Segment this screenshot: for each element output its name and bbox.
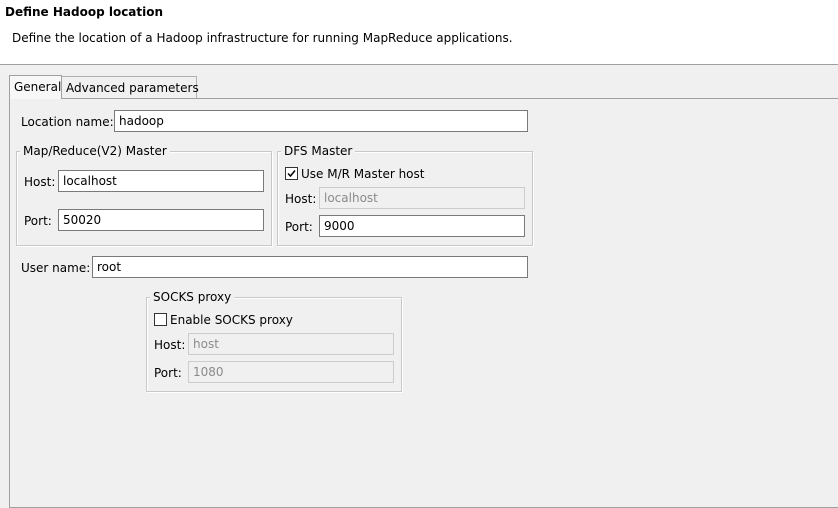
mr-master-host-label: Host: [24,175,56,189]
user-name-input[interactable]: root [92,256,528,278]
dfs-master-port-input[interactable]: 9000 [319,215,525,237]
dialog-description: Define the location of a Hadoop infrastr… [12,31,513,45]
location-name-label: Location name: [21,115,114,129]
dialog-title: Define Hadoop location [5,5,164,19]
use-mr-master-host-checkbox[interactable] [285,167,298,180]
tab-general[interactable]: General [9,75,62,99]
socks-proxy-host-label: Host: [154,338,186,352]
user-name-label: User name: [21,261,91,275]
checkmark-icon [287,170,296,178]
mr-master-group [16,151,272,246]
dfs-master-host-label: Host: [285,192,317,206]
socks-proxy-port-input[interactable]: 1080 [188,361,394,383]
socks-proxy-host-input[interactable]: host [188,333,394,355]
dialog-header: Define Hadoop location Define the locati… [0,0,838,65]
mr-master-group-title: Map/Reduce(V2) Master [20,144,170,158]
mr-master-port-label: Port: [24,214,52,228]
tab-advanced-parameters[interactable]: Advanced parameters [61,76,199,99]
location-name-input[interactable]: hadoop [114,110,528,132]
use-mr-master-host-label[interactable]: Use M/R Master host [301,167,424,181]
socks-proxy-port-label: Port: [154,366,182,380]
dfs-master-host-input[interactable]: localhost [319,187,525,209]
socks-proxy-group-title: SOCKS proxy [150,290,235,304]
enable-socks-proxy-label[interactable]: Enable SOCKS proxy [170,313,293,327]
mr-master-port-input[interactable]: 50020 [58,209,264,231]
dfs-master-port-label: Port: [285,220,313,234]
enable-socks-proxy-checkbox[interactable] [154,313,167,326]
dfs-master-group-title: DFS Master [281,144,356,158]
mr-master-host-input[interactable]: localhost [58,170,264,192]
